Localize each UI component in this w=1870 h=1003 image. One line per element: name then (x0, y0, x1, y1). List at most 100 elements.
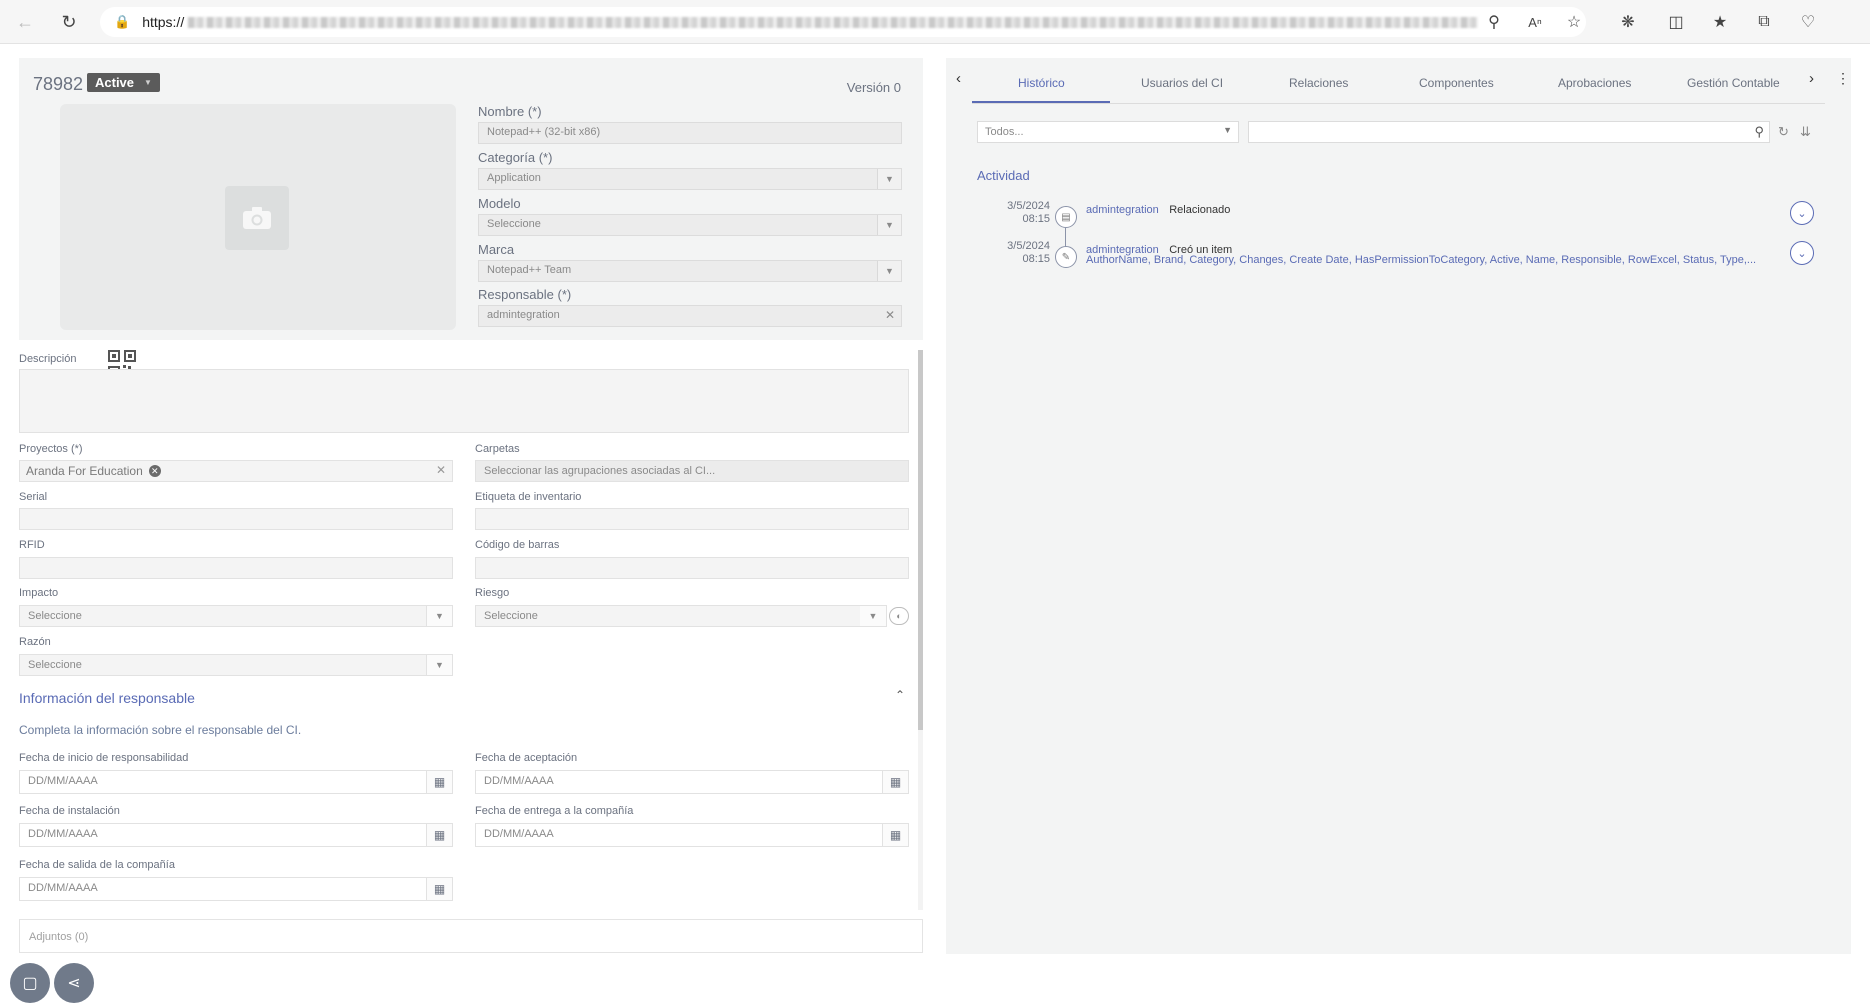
status-dropdown[interactable]: Active ▼ (87, 73, 160, 92)
calendar-icon[interactable]: ▦ (426, 771, 452, 793)
favorites-icon[interactable]: ★ (1708, 10, 1732, 34)
relation-icon: ▤ (1055, 206, 1077, 228)
zoom-icon[interactable]: ⚲ (1482, 10, 1506, 34)
inventory-field[interactable] (475, 508, 909, 530)
attachments-panel[interactable]: Adjuntos (0) (19, 919, 923, 953)
project-chip: Aranda For Education ✕ (26, 463, 161, 479)
brand-label: Marca (478, 242, 515, 257)
activity-time: 08:15 (1022, 253, 1050, 265)
chevron-down-icon[interactable]: ▼ (877, 169, 901, 189)
chevron-up-icon[interactable]: ⌃ (895, 688, 905, 702)
tabs-next-icon[interactable]: › (1809, 70, 1814, 87)
back-icon[interactable]: ← (12, 9, 38, 35)
inventory-label: Etiqueta de inventario (475, 491, 582, 503)
ci-header-card: 78982 Active ▼ Versión 0 Nombre (*) Note… (19, 58, 923, 378)
date-placeholder: DD/MM/AAAA (28, 775, 98, 787)
split-screen-icon[interactable]: ◫ (1664, 10, 1688, 34)
date-placeholder: DD/MM/AAAA (484, 775, 554, 787)
refresh-icon[interactable]: ↻ (56, 9, 82, 35)
impact-label: Impacto (19, 587, 59, 599)
chevron-down-icon[interactable]: ▼ (877, 215, 901, 235)
activity-time: 08:15 (1022, 213, 1050, 225)
tab-relaciones[interactable]: Relaciones (1289, 76, 1348, 90)
chat-icon: ▢ (22, 975, 38, 992)
folders-field[interactable]: Seleccionar las agrupaciones asociadas a… (475, 460, 909, 482)
install-date-field[interactable]: DD/MM/AAAA ▦ (19, 823, 453, 847)
browser-essentials-icon[interactable]: ♡ (1796, 10, 1820, 34)
tab-gestion-contable[interactable]: Gestión Contable (1687, 76, 1780, 90)
tab-aprobaciones[interactable]: Aprobaciones (1558, 76, 1631, 90)
category-select[interactable]: Application ▼ (478, 168, 902, 190)
history-filter-select[interactable]: Todos... ▼ (977, 121, 1239, 143)
calendar-icon[interactable]: ▦ (426, 878, 452, 900)
reason-select[interactable]: Seleccione ▼ (19, 654, 453, 676)
name-field[interactable]: Notepad++ (32-bit x86) (478, 122, 902, 144)
chevron-down-icon[interactable]: ▼ (426, 606, 452, 626)
projects-field[interactable]: Aranda For Education ✕ ✕ (19, 460, 453, 482)
install-date-label: Fecha de instalación (19, 805, 120, 817)
date-placeholder: DD/MM/AAAA (484, 828, 554, 840)
delivery-date-field[interactable]: DD/MM/AAAA ▦ (475, 823, 909, 847)
risk-calculator-icon[interactable]: ◐ (889, 607, 909, 625)
extensions-icon[interactable]: ❋ (1616, 10, 1640, 34)
activity-date: 3/5/2024 (1007, 240, 1050, 252)
address-bar[interactable]: 🔒 https:// (100, 7, 1586, 37)
name-value: Notepad++ (32-bit x86) (487, 126, 601, 138)
favorite-star-icon[interactable]: ☆ (1562, 10, 1586, 34)
ci-photo-area[interactable] (60, 104, 456, 378)
search-icon[interactable]: ⚲ (1754, 124, 1764, 140)
edit-icon: ✎ (1055, 246, 1077, 268)
acceptance-date-field[interactable]: DD/MM/AAAA ▦ (475, 770, 909, 794)
impact-select[interactable]: Seleccione ▼ (19, 605, 453, 627)
refresh-icon[interactable]: ↻ (1778, 124, 1789, 140)
start-date-label: Fecha de inicio de responsabilidad (19, 752, 189, 764)
risk-select[interactable]: Seleccione ▼ (475, 605, 887, 627)
expand-entry-button[interactable]: ⌄ (1790, 241, 1814, 265)
responsible-field[interactable]: admintegration ✕ (478, 305, 902, 327)
clear-icon[interactable]: ✕ (436, 463, 446, 477)
exit-date-field[interactable]: DD/MM/AAAA ▦ (19, 877, 453, 901)
responsible-value: admintegration (487, 309, 560, 321)
remove-chip-icon[interactable]: ✕ (148, 465, 161, 477)
collections-icon[interactable]: ⧉ (1752, 10, 1776, 34)
timeline-connector (1065, 228, 1066, 248)
date-placeholder: DD/MM/AAAA (28, 828, 98, 840)
read-aloud-icon[interactable]: Aⁿ (1523, 10, 1547, 34)
chevron-down-icon: ▼ (144, 78, 152, 87)
clear-icon[interactable]: ✕ (885, 308, 895, 322)
activity-date: 3/5/2024 (1007, 200, 1050, 212)
more-options-icon[interactable]: ⋮ (1836, 70, 1850, 87)
tab-componentes[interactable]: Componentes (1419, 76, 1494, 90)
scrollbar-thumb[interactable] (918, 350, 923, 730)
brand-select[interactable]: Notepad++ Team ▼ (478, 260, 902, 282)
expand-all-icon[interactable]: ⇊ (1800, 124, 1811, 140)
responsible-section-title: Información del responsable (19, 690, 195, 706)
responsible-section-subtitle: Completa la información sobre el respons… (19, 723, 302, 737)
serial-field[interactable] (19, 508, 453, 530)
start-date-field[interactable]: DD/MM/AAAA ▦ (19, 770, 453, 794)
tab-usuarios[interactable]: Usuarios del CI (1141, 76, 1223, 90)
chat-button[interactable]: ▢ (10, 963, 50, 1003)
history-search-input[interactable]: ⚲ (1248, 121, 1770, 143)
name-label: Nombre (*) (478, 104, 542, 119)
tabs-divider (972, 103, 1825, 104)
activity-detail: AuthorName, Brand, Category, Changes, Cr… (1086, 254, 1757, 266)
tab-historico[interactable]: Histórico (1018, 76, 1065, 90)
workflow-button[interactable]: ⋖ (54, 963, 94, 1003)
chevron-down-icon[interactable]: ▼ (426, 655, 452, 675)
model-label: Modelo (478, 196, 521, 211)
form-scrollbar[interactable] (918, 350, 923, 910)
rfid-field[interactable] (19, 557, 453, 579)
tabs-prev-icon[interactable]: ‹ (956, 70, 961, 87)
calendar-icon[interactable]: ▦ (882, 771, 908, 793)
expand-entry-button[interactable]: ⌄ (1790, 201, 1814, 225)
category-value: Application (487, 172, 541, 184)
model-select[interactable]: Seleccione ▼ (478, 214, 902, 236)
chevron-down-icon[interactable]: ▼ (860, 606, 886, 626)
calendar-icon[interactable]: ▦ (882, 824, 908, 846)
calendar-icon[interactable]: ▦ (426, 824, 452, 846)
chevron-down-icon: ▼ (1223, 125, 1232, 135)
description-textarea[interactable] (19, 369, 909, 433)
barcode-field[interactable] (475, 557, 909, 579)
chevron-down-icon[interactable]: ▼ (877, 261, 901, 281)
